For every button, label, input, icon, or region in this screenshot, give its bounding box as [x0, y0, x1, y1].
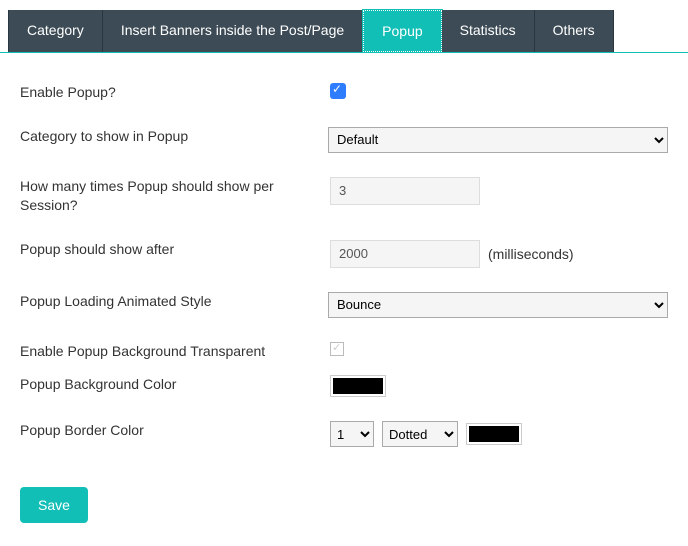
- bg-color-picker[interactable]: [330, 375, 386, 397]
- enable-popup-checkbox[interactable]: [330, 83, 346, 99]
- show-after-input[interactable]: [330, 240, 480, 268]
- tab-popup[interactable]: Popup: [363, 10, 441, 52]
- session-count-label: How many times Popup should show per Ses…: [20, 177, 330, 216]
- bg-transparent-label: Enable Popup Background Transparent: [20, 342, 330, 362]
- tab-insert-banners[interactable]: Insert Banners inside the Post/Page: [103, 10, 363, 52]
- tab-others[interactable]: Others: [535, 10, 614, 52]
- border-width-select[interactable]: 1: [330, 421, 374, 447]
- show-after-label: Popup should show after: [20, 240, 330, 260]
- popup-settings-form: Enable Popup? Category to show in Popup …: [0, 53, 688, 481]
- border-color-label: Popup Border Color: [20, 421, 330, 441]
- bg-transparent-checkbox[interactable]: [330, 342, 344, 356]
- session-count-input[interactable]: [330, 177, 480, 205]
- animated-style-label: Popup Loading Animated Style: [20, 292, 328, 312]
- tab-statistics[interactable]: Statistics: [442, 10, 535, 52]
- border-color-picker[interactable]: [466, 423, 522, 445]
- animated-style-select[interactable]: Bounce: [328, 292, 668, 318]
- tab-bar: Category Insert Banners inside the Post/…: [0, 0, 688, 53]
- category-label: Category to show in Popup: [20, 127, 328, 147]
- tab-category[interactable]: Category: [8, 10, 103, 52]
- bg-color-label: Popup Background Color: [20, 375, 330, 395]
- show-after-suffix: (milliseconds): [488, 246, 574, 262]
- enable-popup-label: Enable Popup?: [20, 83, 330, 103]
- border-style-select[interactable]: Dotted: [382, 421, 458, 447]
- save-button[interactable]: Save: [20, 487, 88, 523]
- category-select[interactable]: Default: [328, 127, 668, 153]
